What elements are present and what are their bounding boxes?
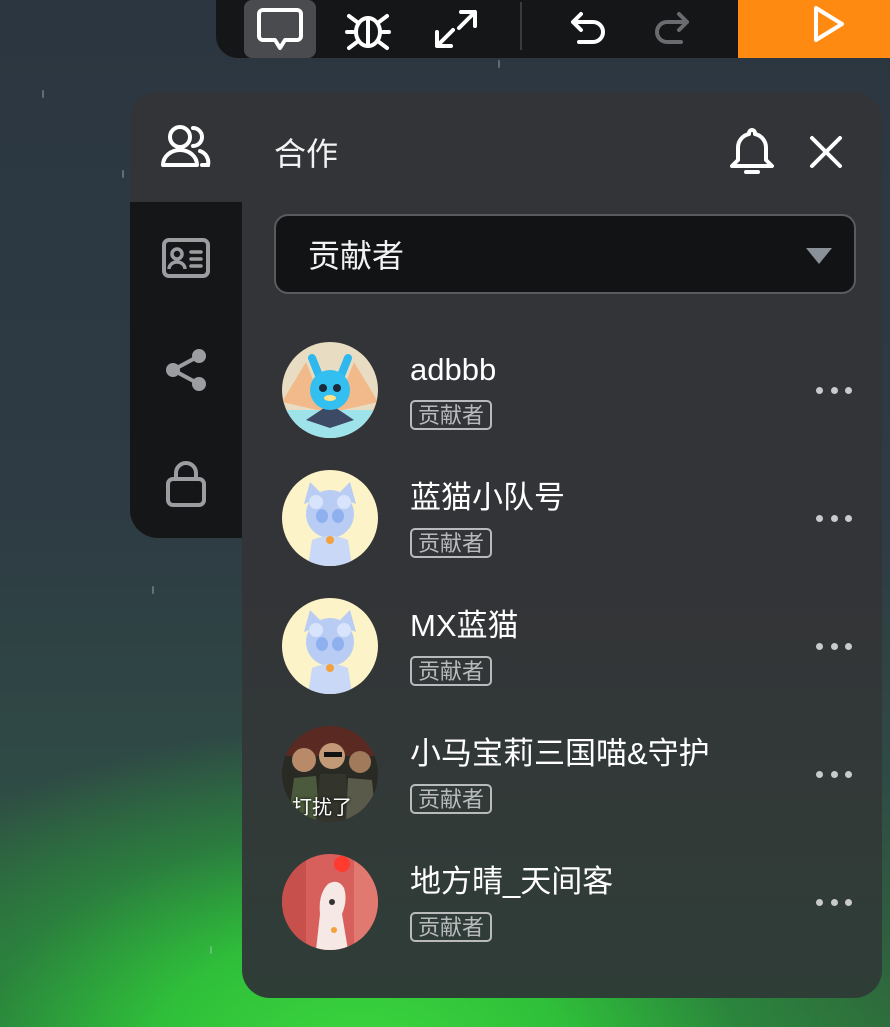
notification-button[interactable]	[728, 126, 776, 183]
debug-button[interactable]	[332, 0, 404, 58]
profile-tab[interactable]	[156, 228, 216, 288]
ellipsis-icon	[830, 386, 838, 394]
run-button[interactable]	[738, 0, 890, 58]
bell-icon	[730, 128, 774, 174]
toolbar-divider	[520, 2, 522, 50]
member-name: MX蓝猫	[410, 608, 519, 643]
member-name: adbbb	[410, 352, 497, 387]
member-avatar	[282, 342, 378, 438]
bug-icon	[345, 14, 391, 50]
comment-icon	[257, 8, 303, 50]
ellipsis-icon	[845, 386, 852, 394]
top-toolbar	[216, 0, 890, 58]
close-icon	[810, 136, 842, 168]
ellipsis-icon	[816, 386, 823, 394]
users-icon	[161, 125, 211, 167]
panel-title: 合作	[274, 136, 339, 172]
ellipsis-icon	[816, 642, 823, 650]
comment-button[interactable]	[244, 0, 316, 58]
member-row[interactable]: adbbb 贡献者	[282, 342, 862, 442]
member-name: 小马宝莉三国喵&守护	[410, 736, 710, 771]
member-role-badge: 贡献者	[410, 912, 493, 942]
avatar-caption: 打扰了	[292, 797, 352, 819]
background-speck	[42, 90, 44, 98]
expand-icon	[435, 10, 477, 48]
share-icon	[166, 349, 206, 391]
background-speck	[498, 60, 500, 68]
play-icon	[814, 6, 844, 42]
collaboration-tab[interactable]	[156, 116, 216, 176]
member-avatar: 打扰了	[282, 726, 378, 822]
more-options-button[interactable]	[816, 508, 852, 528]
background-speck	[152, 586, 154, 594]
member-name: 地方晴_天间客	[410, 864, 614, 899]
member-role-badge: 贡献者	[410, 400, 493, 430]
ellipsis-icon	[816, 514, 823, 522]
redo-icon	[655, 12, 689, 44]
member-row[interactable]: MX蓝猫 贡献者	[282, 598, 862, 698]
caret-down-icon	[806, 248, 832, 264]
ellipsis-icon	[830, 770, 838, 778]
role-filter-value: 贡献者	[308, 238, 405, 274]
ellipsis-icon	[845, 770, 852, 778]
role-filter-select[interactable]: 贡献者	[274, 214, 856, 294]
ellipsis-icon	[816, 770, 823, 778]
lock-icon	[166, 461, 206, 507]
member-row[interactable]: 地方晴_天间客 贡献者	[282, 854, 862, 954]
close-button[interactable]	[806, 132, 846, 177]
more-options-button[interactable]	[816, 764, 852, 784]
ellipsis-icon	[816, 898, 823, 906]
permissions-tab[interactable]	[156, 454, 216, 514]
member-row[interactable]: 蓝猫小队号 贡献者	[282, 470, 862, 570]
member-role-badge: 贡献者	[410, 528, 493, 558]
background-speck	[210, 946, 212, 954]
member-role-badge: 贡献者	[410, 784, 493, 814]
ellipsis-icon	[845, 642, 852, 650]
id-card-icon	[162, 238, 210, 278]
ellipsis-icon	[845, 514, 852, 522]
ellipsis-icon	[830, 898, 838, 906]
member-name: 蓝猫小队号	[410, 480, 565, 515]
redo-button[interactable]	[636, 0, 708, 58]
fullscreen-button[interactable]	[420, 0, 492, 58]
undo-icon	[571, 12, 605, 44]
more-options-button[interactable]	[816, 636, 852, 656]
more-options-button[interactable]	[816, 892, 852, 912]
more-options-button[interactable]	[816, 380, 852, 400]
background-speck	[122, 170, 124, 178]
member-avatar	[282, 598, 378, 694]
undo-button[interactable]	[552, 0, 624, 58]
member-row[interactable]: 打扰了 小马宝莉三国喵&守护 贡献者	[282, 726, 862, 826]
ellipsis-icon	[830, 514, 838, 522]
member-avatar	[282, 470, 378, 566]
member-avatar	[282, 854, 378, 950]
member-role-badge: 贡献者	[410, 656, 493, 686]
share-tab[interactable]	[156, 340, 216, 400]
ellipsis-icon	[830, 642, 838, 650]
ellipsis-icon	[845, 898, 852, 906]
